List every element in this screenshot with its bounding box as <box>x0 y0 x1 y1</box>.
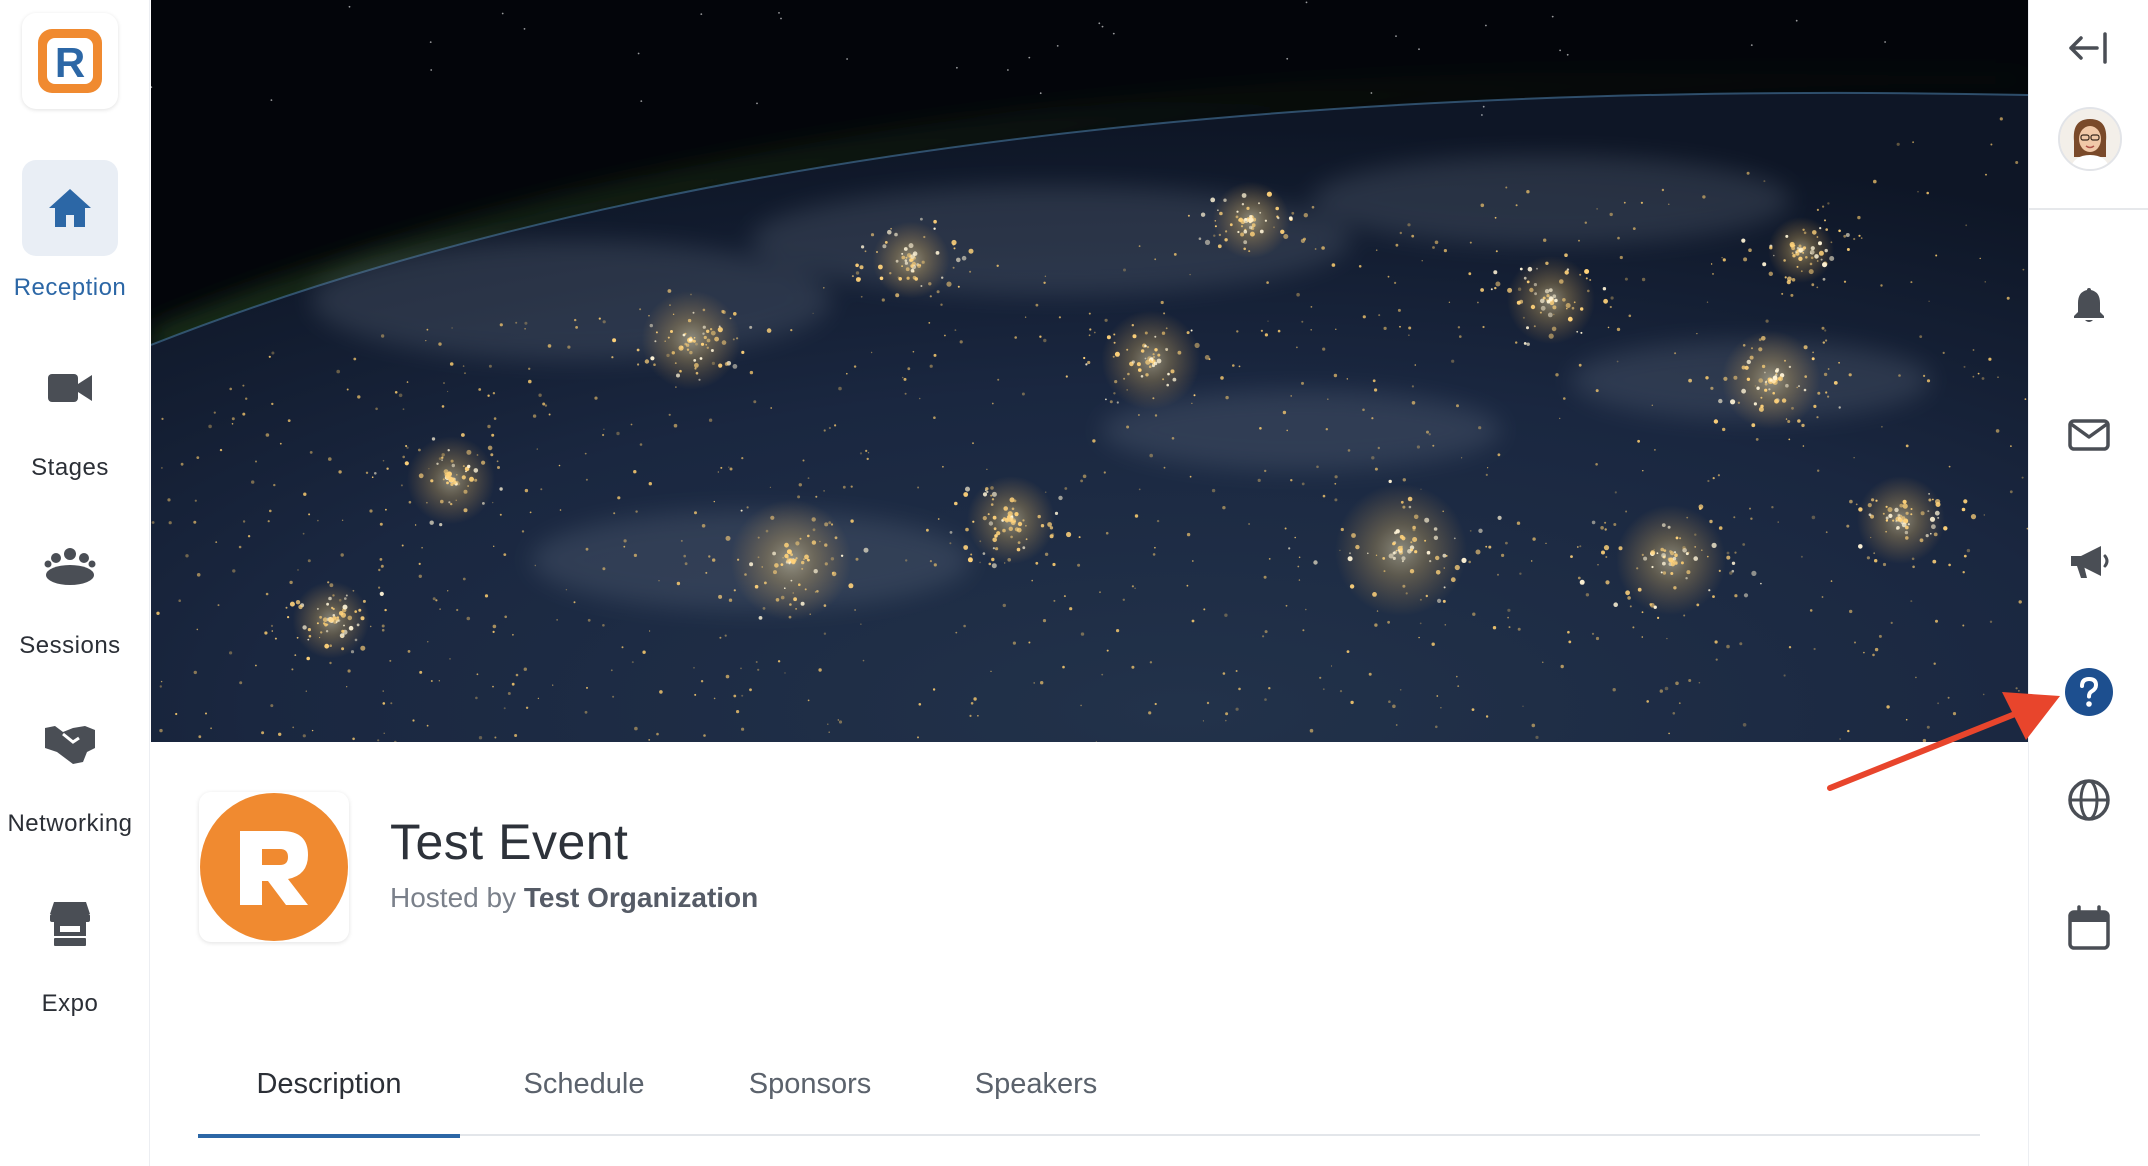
envelope-icon <box>2068 419 2110 451</box>
right-sidebar <box>2028 0 2148 1166</box>
tab-schedule[interactable]: Schedule <box>488 1040 680 1136</box>
booth-icon <box>22 876 118 972</box>
sidebar-item-sessions[interactable]: Sessions <box>0 518 140 668</box>
sidebar-item-networking[interactable]: Networking <box>0 696 140 846</box>
tab-speakers[interactable]: Speakers <box>938 1040 1134 1136</box>
home-icon <box>22 160 118 256</box>
sidebar-item-label: Reception <box>13 274 127 301</box>
event-title: Test Event <box>390 814 629 870</box>
notifications-button[interactable] <box>2059 275 2119 335</box>
event-host: Hosted by Test Organization <box>390 882 758 914</box>
calendar-icon <box>2068 905 2110 950</box>
tab-description[interactable]: Description <box>198 1040 460 1138</box>
globe-icon <box>2068 779 2110 821</box>
organization-logo-icon <box>200 793 348 941</box>
help-icon <box>2065 668 2113 716</box>
sidebar-item-label: Stages <box>31 454 109 481</box>
brand-logo[interactable]: R <box>22 13 118 109</box>
sidebar-item-stages[interactable]: Stages <box>0 340 140 490</box>
event-logo <box>199 792 349 942</box>
calendar-button[interactable] <box>2059 898 2119 958</box>
sidebar-item-label: Networking <box>7 810 133 837</box>
messages-button[interactable] <box>2059 405 2119 465</box>
sidebar-item-reception[interactable]: Reception <box>0 160 140 310</box>
event-tabs: Description Schedule Sponsors Speakers <box>198 1040 1980 1138</box>
brand-logo-icon: R <box>38 29 102 93</box>
avatar <box>2060 109 2120 169</box>
sidebar-item-label: Expo <box>41 990 99 1017</box>
collapse-left-icon <box>2069 32 2107 64</box>
bell-icon <box>2074 288 2104 322</box>
svg-text:R: R <box>55 39 85 86</box>
video-camera-icon <box>22 340 118 436</box>
sidebar-item-expo[interactable]: Expo <box>0 876 140 1026</box>
handshake-icon <box>22 696 118 792</box>
language-button[interactable] <box>2059 770 2119 830</box>
divider <box>2029 208 2148 210</box>
group-icon <box>22 518 118 614</box>
announcements-button[interactable] <box>2059 532 2119 592</box>
hero-banner <box>151 0 2028 742</box>
left-sidebar: R Reception Stages Sessions Networking E… <box>0 0 150 1166</box>
earth-at-night-image <box>151 0 2028 742</box>
collapse-sidebar-button[interactable] <box>2059 18 2119 78</box>
tab-sponsors[interactable]: Sponsors <box>708 1040 912 1136</box>
megaphone-icon <box>2071 546 2109 578</box>
organization-name[interactable]: Test Organization <box>524 882 758 913</box>
help-button[interactable] <box>2059 662 2119 722</box>
sidebar-item-label: Sessions <box>19 632 121 659</box>
hosted-by-label: Hosted by <box>390 882 517 913</box>
user-avatar[interactable] <box>2058 107 2122 171</box>
